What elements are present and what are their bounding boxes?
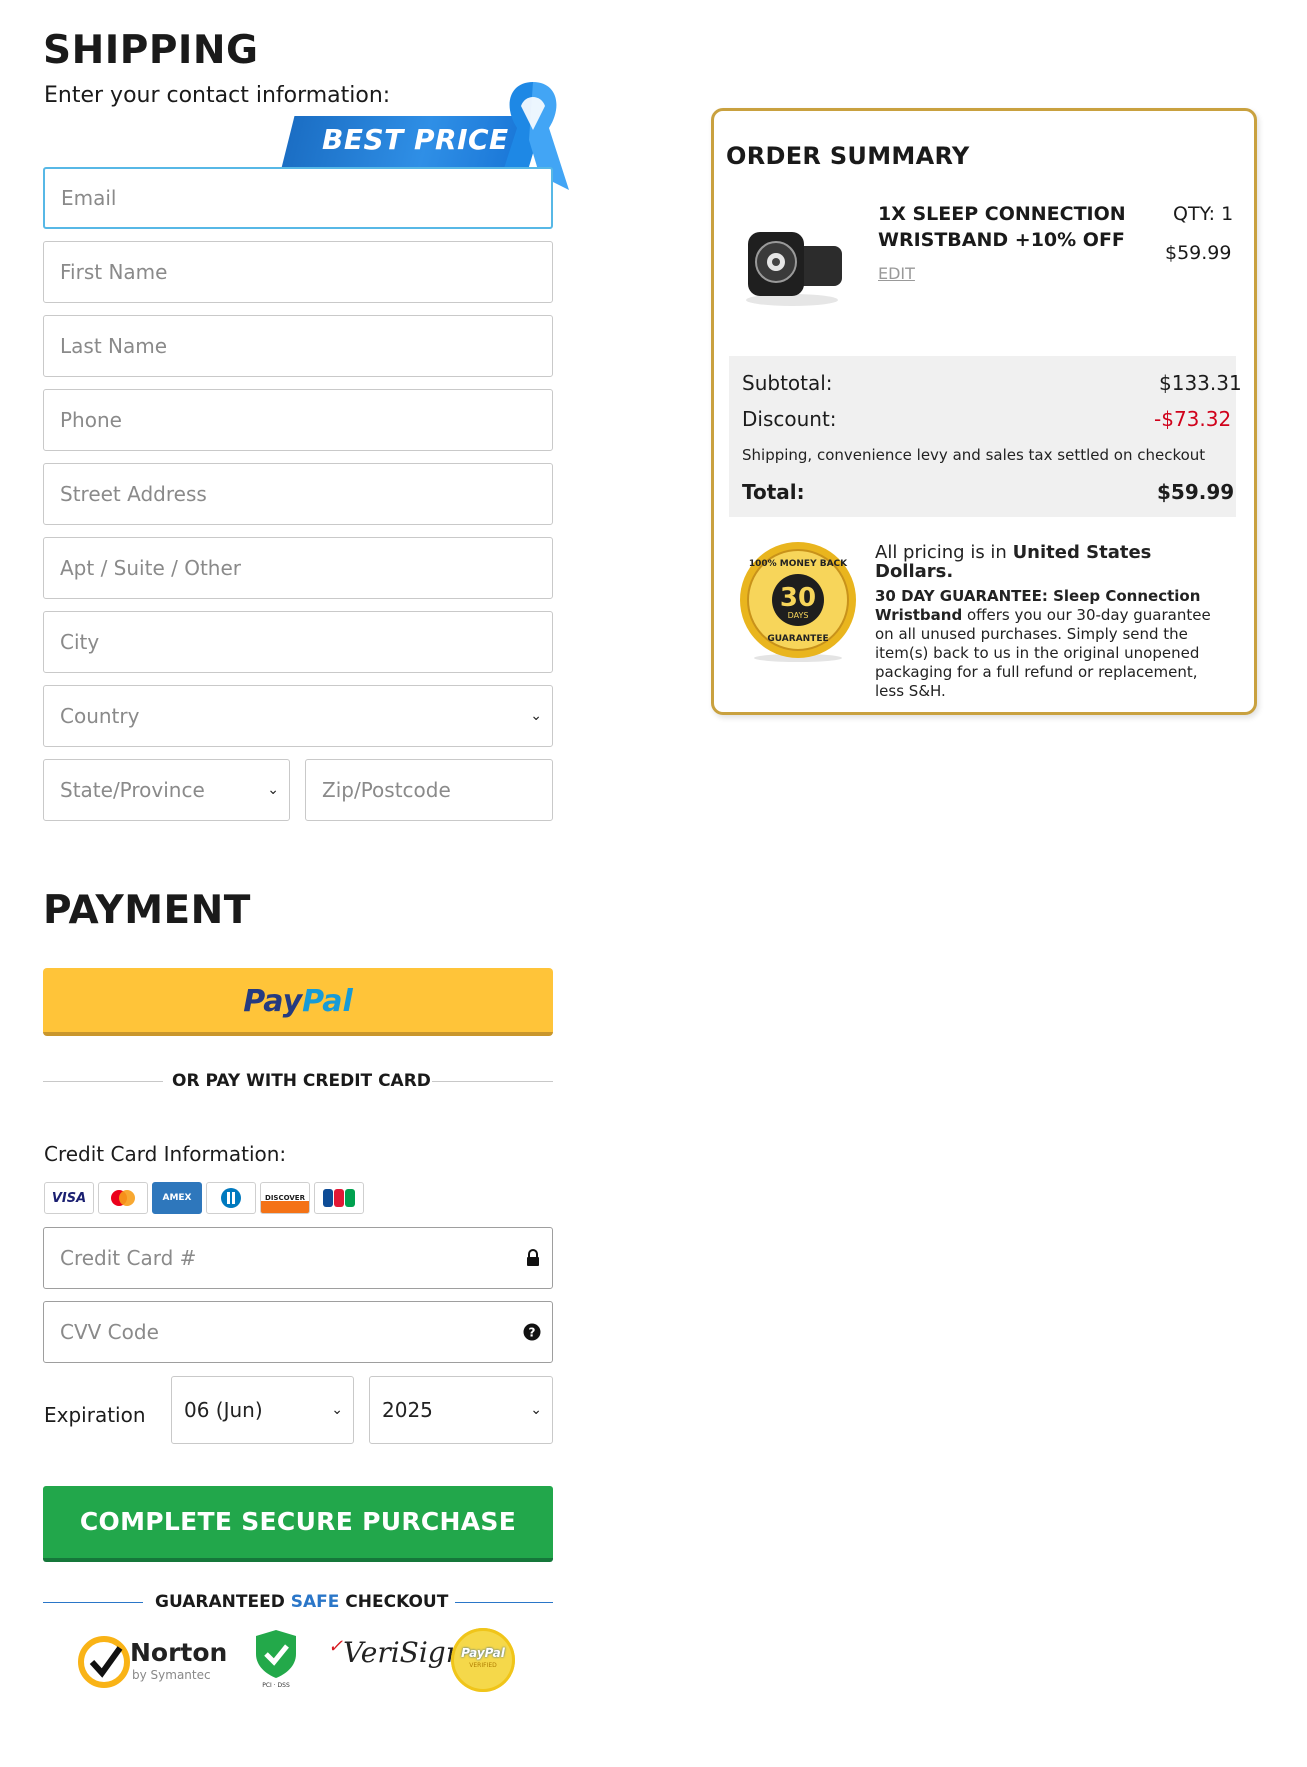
verisign-logo: ✓VeriSign <box>328 1636 464 1669</box>
zip-placeholder: Zip/Postcode <box>322 778 451 802</box>
edit-link[interactable]: EDIT <box>878 264 915 283</box>
svg-text:DAYS: DAYS <box>788 611 809 620</box>
visa-icon: VISA <box>44 1182 94 1214</box>
subtotal-value: $133.31 <box>1159 371 1242 395</box>
svg-text:30: 30 <box>780 583 816 613</box>
pci-shield-icon: PCI · DSS <box>254 1628 298 1689</box>
state-placeholder: State/Province <box>60 778 205 802</box>
cvv-field[interactable]: CVV Code ? <box>43 1301 553 1363</box>
product-qty: QTY: 1 <box>1173 203 1234 225</box>
pricing-note: All pricing is in <box>875 542 1013 563</box>
chevron-down-icon: ⌄ <box>530 1402 542 1418</box>
chevron-down-icon: ⌄ <box>331 1402 343 1418</box>
apt-suite-field[interactable]: Apt / Suite / Other <box>43 537 553 599</box>
subtotal-label: Subtotal: <box>742 371 833 395</box>
mastercard-icon <box>98 1182 148 1214</box>
chevron-down-icon: ⌄ <box>530 708 542 724</box>
money-back-seal-icon: 30 DAYS 100% MONEY BACK GUARANTEE <box>740 542 856 662</box>
chevron-down-icon: ⌄ <box>267 782 279 798</box>
credit-card-label: Credit Card Information: <box>44 1142 287 1166</box>
last-name-field[interactable]: Last Name <box>43 315 553 377</box>
complete-purchase-button[interactable]: COMPLETE SECURE PURCHASE <box>43 1486 553 1562</box>
divider <box>432 1081 553 1082</box>
city-field[interactable]: City <box>43 611 553 673</box>
divider <box>43 1602 143 1603</box>
svg-text:?: ? <box>529 1326 536 1340</box>
cvv-placeholder: CVV Code <box>60 1320 159 1344</box>
zip-field[interactable]: Zip/Postcode <box>305 759 553 821</box>
svg-text:GUARANTEE: GUARANTEE <box>767 634 828 644</box>
phone-placeholder: Phone <box>60 408 122 432</box>
phone-field[interactable]: Phone <box>43 389 553 451</box>
lock-icon <box>527 1249 539 1266</box>
safe-checkout-text: GUARANTEED SAFE CHECKOUT <box>155 1592 449 1612</box>
amex-icon: AMEX <box>152 1182 202 1214</box>
expiration-month-select[interactable]: 06 (Jun) ⌄ <box>171 1376 354 1444</box>
total-label: Total: <box>742 480 805 504</box>
guarantee-text: All pricing is in United States Dollars.… <box>875 543 1225 701</box>
paypal-verified-badge: PayPal VERIFIED <box>451 1628 515 1692</box>
last-name-placeholder: Last Name <box>60 334 168 358</box>
divider <box>455 1602 553 1603</box>
first-name-placeholder: First Name <box>60 260 168 284</box>
contact-subtitle: Enter your contact information: <box>44 83 391 108</box>
discount-value: -$73.32 <box>1154 407 1232 431</box>
product-price: $59.99 <box>1165 242 1232 264</box>
jcb-icon <box>314 1182 364 1214</box>
card-logos: VISA AMEX DISCOVER <box>44 1182 364 1214</box>
expiration-year-select[interactable]: 2025 ⌄ <box>369 1376 553 1444</box>
or-pay-credit-card: OR PAY WITH CREDIT CARD <box>172 1071 431 1091</box>
expiration-label: Expiration <box>44 1403 146 1427</box>
street-address-placeholder: Street Address <box>60 482 207 506</box>
discount-label: Discount: <box>742 407 837 431</box>
email-placeholder: Email <box>61 186 117 210</box>
diners-icon <box>206 1182 256 1214</box>
apt-suite-placeholder: Apt / Suite / Other <box>60 556 241 580</box>
street-address-field[interactable]: Street Address <box>43 463 553 525</box>
expiration-month-value: 06 (Jun) <box>184 1398 263 1422</box>
product-image <box>746 232 842 306</box>
credit-card-field[interactable]: Credit Card # <box>43 1227 553 1289</box>
svg-text:100% MONEY BACK: 100% MONEY BACK <box>749 559 848 569</box>
total-value: $59.99 <box>1157 480 1235 504</box>
city-placeholder: City <box>60 630 100 654</box>
email-field[interactable]: Email <box>43 167 553 229</box>
help-icon[interactable]: ? <box>523 1323 541 1341</box>
first-name-field[interactable]: First Name <box>43 241 553 303</box>
payment-title: PAYMENT <box>43 888 251 933</box>
shipping-title: SHIPPING <box>43 28 259 73</box>
divider <box>43 1081 163 1082</box>
country-select[interactable]: Country ⌄ <box>43 685 553 747</box>
paypal-logo: PayPal <box>243 984 353 1019</box>
credit-card-placeholder: Credit Card # <box>60 1246 197 1270</box>
shipping-note: Shipping, convenience levy and sales tax… <box>742 446 1206 464</box>
expiration-year-value: 2025 <box>382 1398 433 1422</box>
best-price-text: BEST PRICE <box>322 123 509 156</box>
state-select[interactable]: State/Province ⌄ <box>43 759 290 821</box>
product-name: 1X SLEEP CONNECTION WRISTBAND +10% OFF <box>878 203 1126 251</box>
discover-icon: DISCOVER <box>260 1182 310 1214</box>
order-summary-title: ORDER SUMMARY <box>726 142 970 170</box>
country-placeholder: Country <box>60 704 140 728</box>
paypal-button[interactable]: PayPal <box>43 968 553 1036</box>
